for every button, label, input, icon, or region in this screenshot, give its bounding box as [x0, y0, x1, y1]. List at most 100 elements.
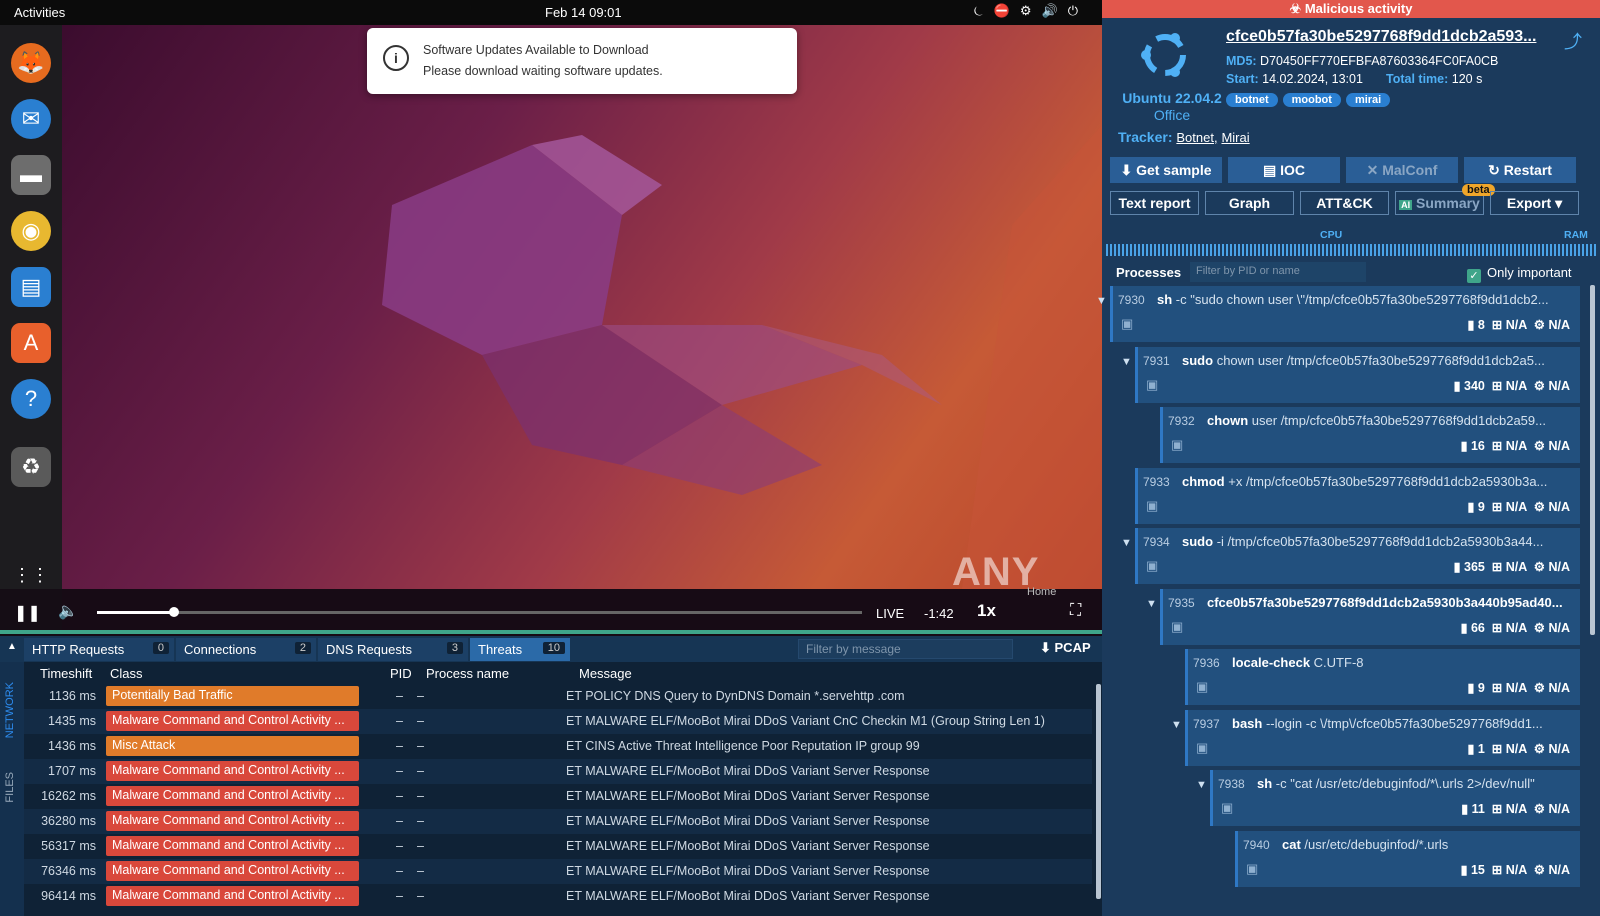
process-pid: 7940 — [1243, 837, 1270, 852]
speed-button[interactable]: 1x — [977, 601, 996, 621]
share-icon[interactable]: ⤴ — [1564, 28, 1582, 54]
activities-button[interactable]: Activities — [14, 5, 65, 20]
tracker-link-botnet[interactable]: Botnet, — [1176, 130, 1217, 145]
tag-botnet[interactable]: botnet — [1226, 93, 1278, 107]
pcap-download-button[interactable]: ⬇ PCAP — [1040, 640, 1091, 656]
threat-row[interactable]: 16262 ms Malware Command and Control Acti… — [24, 784, 1092, 809]
tracker-link-mirai[interactable]: Mirai — [1221, 130, 1249, 145]
expand-caret-icon[interactable]: ▼ — [1196, 779, 1207, 791]
col-pid[interactable]: PID — [390, 666, 412, 681]
text-report-button[interactable]: Text report — [1110, 191, 1199, 215]
process-item[interactable]: 7932 chown user /tmp/cfce0b57fa30be529776… — [1160, 407, 1580, 463]
process-stats: ▮ 16 ⊞ N/A ⚙ N/A — [1460, 439, 1570, 453]
threat-row[interactable]: 1435 ms Malware Command and Control Activ… — [24, 709, 1092, 734]
process-details-icon[interactable]: ▣ — [1196, 740, 1208, 756]
live-label[interactable]: LIVE — [876, 606, 904, 621]
process-details-icon[interactable]: ▣ — [1171, 619, 1183, 635]
scrollbar[interactable] — [1096, 684, 1101, 899]
registry-count: N/A — [1505, 378, 1527, 393]
row-process: – — [417, 889, 424, 903]
process-details-icon[interactable]: ▣ — [1246, 861, 1258, 877]
vm-screen[interactable]: Activities Feb 14 09:01 ⏾⛔⚙🔊⏻ 🦊 ✉ ▬ ◉ ▤ … — [0, 0, 1102, 636]
collapse-icon[interactable]: ▲ — [7, 641, 17, 652]
process-item[interactable]: 7931 sudo chown user /tmp/cfce0b57fa30be5… — [1135, 346, 1580, 403]
thunderbird-icon[interactable]: ✉ — [11, 99, 51, 139]
row-message: ET MALWARE ELF/MooBot Mirai DDoS Variant… — [566, 839, 930, 853]
col-class[interactable]: Class — [110, 666, 143, 681]
export-button[interactable]: Export ▾ — [1490, 191, 1579, 215]
threat-row[interactable]: 96414 ms Malware Command and Control Acti… — [24, 884, 1092, 909]
clock[interactable]: Feb 14 09:01 — [545, 5, 622, 20]
only-important-toggle[interactable]: ✓ Only important — [1467, 265, 1572, 283]
seek-handle[interactable] — [168, 607, 179, 617]
process-stats: ▮ 9 ⊞ N/A ⚙ N/A — [1467, 681, 1570, 695]
expand-caret-icon[interactable]: ▼ — [1171, 719, 1182, 731]
registry-count: N/A — [1505, 318, 1527, 332]
ram-label: RAM — [1564, 229, 1588, 241]
side-tab-files[interactable]: FILES — [4, 772, 16, 803]
writer-icon[interactable]: ▤ — [11, 267, 51, 307]
help-icon[interactable]: ? — [11, 379, 51, 419]
software-icon[interactable]: A — [11, 323, 51, 363]
process-item[interactable]: 7936 locale-check C.UTF-8 ▣ ▮ 9 ⊞ N/A ⚙ N/A — [1185, 649, 1580, 705]
threat-row[interactable]: 56317 ms Malware Command and Control Acti… — [24, 834, 1092, 859]
side-tab-network[interactable]: NETWORK — [4, 682, 16, 738]
trash-icon[interactable]: ♻ — [11, 447, 51, 487]
system-tray[interactable]: ⏾⛔⚙🔊⏻ — [973, 3, 1088, 19]
threat-row[interactable]: 1436 ms Misc Attack – – ET CINS Active Threa… — [24, 734, 1092, 759]
restart-button[interactable]: ↻ Restart — [1464, 157, 1576, 183]
process-item[interactable]: 7935 cfce0b57fa30be5297768f9dd1dcb2a5930b… — [1160, 588, 1580, 645]
expand-caret-icon[interactable]: ▼ — [1146, 598, 1157, 610]
expand-caret-icon[interactable]: ▼ — [1121, 537, 1132, 549]
process-item[interactable]: 7938 sh -c "cat /usr/etc/debuginfod/*\.ur… — [1210, 770, 1580, 826]
tab-dns-requests[interactable]: DNS Requests 3 — [318, 638, 468, 661]
expand-caret-icon[interactable]: ▼ — [1121, 356, 1132, 368]
process-item[interactable]: 7934 sudo -i /tmp/cfce0b57fa30be5297768f9… — [1135, 528, 1580, 584]
ioc-button[interactable]: ▤ IOC — [1228, 157, 1340, 183]
expand-caret-icon[interactable]: ▼ — [1096, 295, 1107, 307]
rhythmbox-icon[interactable]: ◉ — [11, 211, 51, 251]
malconf-button[interactable]: ✕ MalConf — [1346, 157, 1458, 183]
attack-button[interactable]: ATT&CK — [1300, 191, 1389, 215]
process-details-icon[interactable]: ▣ — [1146, 558, 1158, 574]
process-scrollbar[interactable] — [1590, 285, 1595, 635]
process-details-icon[interactable]: ▣ — [1196, 679, 1208, 695]
process-filter-input[interactable]: Filter by PID or name — [1190, 262, 1366, 282]
cpu-label: CPU — [1320, 229, 1343, 241]
process-item[interactable]: 7937 bash --login -c \/tmp\/cfce0b57fa30b… — [1185, 709, 1580, 766]
process-item[interactable]: 7930 sh -c "sudo chown user \"/tmp/cfce0b… — [1110, 286, 1580, 342]
tab-threats[interactable]: Threats 10 — [470, 638, 570, 661]
process-item[interactable]: 7933 chmod +x /tmp/cfce0b57fa30be5297768f… — [1135, 467, 1580, 524]
tag-moobot[interactable]: moobot — [1282, 93, 1341, 107]
tab-http-requests[interactable]: HTTP Requests 0 — [24, 638, 174, 661]
registry-count: N/A — [1505, 560, 1527, 574]
tab-connections[interactable]: Connections 2 — [176, 638, 316, 661]
files-icon[interactable]: ▬ — [11, 155, 51, 195]
threat-row[interactable]: 76346 ms Malware Command and Control Acti… — [24, 859, 1092, 884]
volume-icon[interactable]: 🔈 — [58, 601, 78, 621]
fullscreen-icon[interactable]: ⛶ — [1070, 602, 1081, 620]
sample-hash[interactable]: cfce0b57fa30be5297768f9dd1dcb2a593... — [1226, 28, 1536, 46]
col-message[interactable]: Message — [579, 666, 632, 681]
process-details-icon[interactable]: ▣ — [1146, 498, 1158, 514]
graph-button[interactable]: Graph — [1205, 191, 1294, 215]
col-process-name[interactable]: Process name — [426, 666, 509, 681]
get-sample-button[interactable]: ⬇ Get sample — [1110, 157, 1222, 183]
process-details-icon[interactable]: ▣ — [1146, 377, 1158, 393]
threat-row[interactable]: 36280 ms Malware Command and Control Acti… — [24, 809, 1092, 834]
process-details-icon[interactable]: ▣ — [1221, 800, 1233, 816]
process-item[interactable]: 7940 cat /usr/etc/debuginfod/*.urls ▣ ▮ 15 … — [1235, 830, 1580, 887]
checkbox-icon[interactable]: ✓ — [1467, 269, 1481, 283]
pause-icon[interactable]: ❚❚ — [14, 603, 41, 623]
process-details-icon[interactable]: ▣ — [1121, 316, 1133, 332]
col-timeshift[interactable]: Timeshift — [40, 666, 92, 681]
row-pid: – — [396, 739, 403, 753]
process-details-icon[interactable]: ▣ — [1171, 437, 1183, 453]
update-notification[interactable]: i Software Updates Available to Download… — [367, 28, 797, 94]
threat-row[interactable]: 1707 ms Malware Command and Control Activ… — [24, 759, 1092, 784]
tag-mirai[interactable]: mirai — [1345, 93, 1391, 107]
threat-row[interactable]: 1136 ms Potentially Bad Traffic – – ET POLIC… — [24, 684, 1092, 709]
seek-bar[interactable] — [97, 607, 862, 617]
firefox-icon[interactable]: 🦊 — [11, 43, 51, 83]
filter-message-input[interactable]: Filter by message — [798, 639, 1013, 659]
